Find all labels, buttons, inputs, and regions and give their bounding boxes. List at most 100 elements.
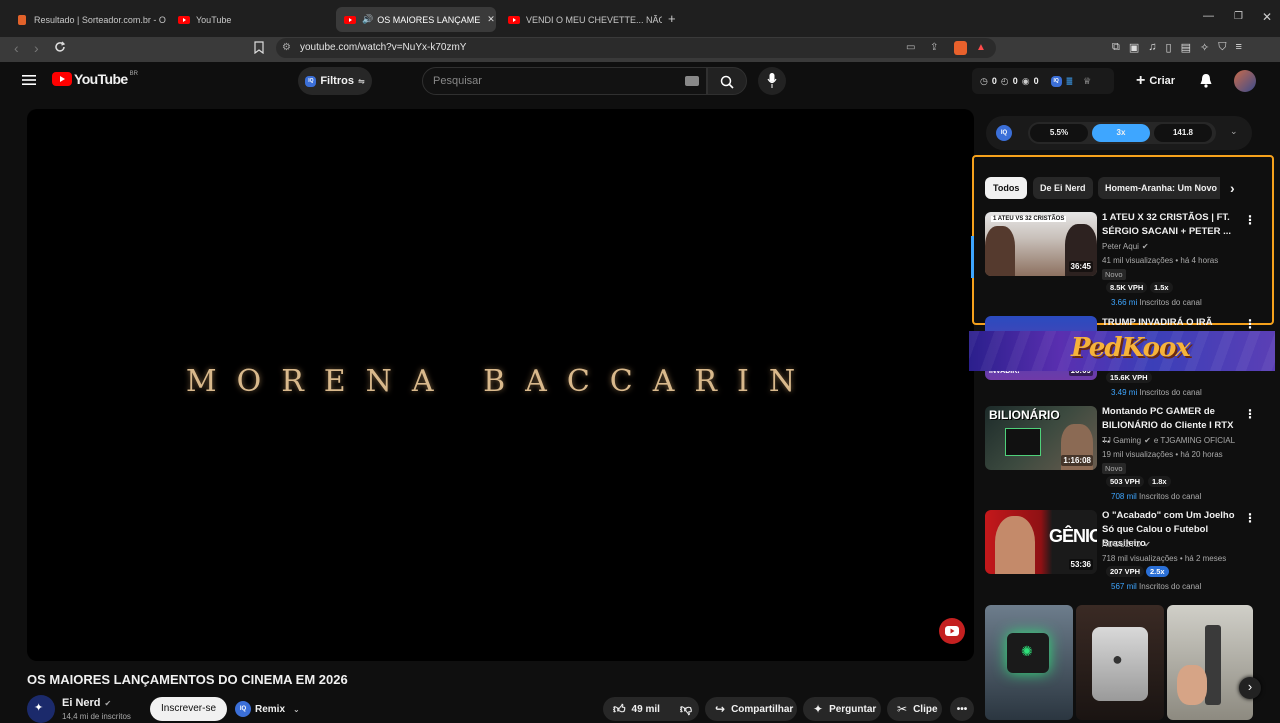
verified-icon: ✔ xyxy=(1144,436,1151,445)
video-player[interactable]: MORENA BACCARIN xyxy=(27,109,974,661)
shorts-next-chevron-icon[interactable]: › xyxy=(1239,677,1261,699)
remix-button[interactable]: IQ Remix ⌄ xyxy=(235,698,300,720)
browser-tab-sorteador[interactable]: Resultado | Sorteador.com.br - O Site xyxy=(10,7,168,32)
cast-icon[interactable]: ▭ xyxy=(906,38,915,58)
eye-icon: ◉ xyxy=(1021,75,1030,86)
browser-tab-youtube[interactable]: YouTube xyxy=(172,7,332,32)
browser-menu-icon[interactable]: ≡ xyxy=(1235,41,1241,54)
voice-search-button[interactable] xyxy=(758,67,786,95)
speed-option-selected[interactable]: 3x xyxy=(1092,124,1150,142)
browser-tab-active-video[interactable]: 🔊 OS MAIORES LANÇAMENTOS ✕ xyxy=(336,7,496,32)
subs-value: 708 mil xyxy=(1111,492,1137,501)
brave-shield-icon[interactable] xyxy=(954,41,967,55)
scissors-icon: ✂ xyxy=(897,702,908,716)
window-close-icon[interactable]: ✕ xyxy=(1262,10,1272,24)
more-actions-button[interactable]: ••• xyxy=(950,697,974,721)
share-icon: ↪ xyxy=(715,702,726,716)
chevron-down-icon[interactable]: ⌄ xyxy=(1230,126,1238,137)
more-vertical-icon[interactable]: ⋮ xyxy=(1244,407,1256,421)
youtube-logo[interactable]: YouTube BR xyxy=(52,71,138,87)
channel-avatar[interactable]: ✦ xyxy=(27,695,55,723)
avatar[interactable] xyxy=(1234,70,1256,92)
iq-extension-icon[interactable]: IQ xyxy=(1050,75,1062,87)
short-thumbnail[interactable] xyxy=(1167,605,1253,720)
search-placeholder: Pesquisar xyxy=(433,75,482,87)
channel-name-link[interactable]: Ei Nerd ✔ xyxy=(62,697,111,709)
sidebar-toggle-icon[interactable]: ▯ xyxy=(1166,41,1172,54)
share-page-icon[interactable]: ⇪ xyxy=(930,38,938,58)
short-thumbnail[interactable]: ✺ xyxy=(985,605,1073,720)
filters-button[interactable]: IQ Filtros ⇋ xyxy=(298,67,372,95)
multiplier-badge: 1.8x xyxy=(1148,476,1171,487)
video-thumbnail[interactable]: GÊNIO 53:36 xyxy=(985,510,1097,574)
like-button[interactable]: 👍︎ 49 mil xyxy=(613,702,660,717)
back-icon[interactable]: ‹ xyxy=(14,40,19,56)
browser-tab-chevette[interactable]: VENDI O MEU CHEVETTE... NÃO AGU xyxy=(502,7,662,32)
search-input[interactable]: Pesquisar xyxy=(422,67,707,95)
keyboard-icon[interactable] xyxy=(685,76,699,86)
video-stats: 19 mil visualizações • há 20 horas xyxy=(1102,450,1223,459)
browser-tab-bar: Resultado | Sorteador.com.br - O Site Yo… xyxy=(0,0,1280,37)
more-vertical-icon[interactable]: ⋮ xyxy=(1244,317,1256,331)
clip-button[interactable]: ✂ Clipe xyxy=(887,697,942,721)
bookmark-icon[interactable] xyxy=(254,41,264,54)
video-title: OS MAIORES LANÇAMENTOS DO CINEMA EM 2026 xyxy=(27,672,348,687)
wallet-icon[interactable]: ▤ xyxy=(1181,41,1191,54)
thumbs-down-icon[interactable]: 👎︎ xyxy=(680,702,692,717)
new-tab-plus-icon[interactable]: + xyxy=(668,11,676,26)
forward-icon[interactable]: › xyxy=(34,40,39,56)
notifications-icon[interactable] xyxy=(1199,73,1213,88)
guide-menu-icon[interactable] xyxy=(22,74,36,86)
extension-counters: ◷ 0 ◴ 0 ◉ 0 IQ ≣ ♕ xyxy=(972,68,1114,94)
more-vertical-icon[interactable]: ⋮ xyxy=(1244,511,1256,525)
highlight-frame xyxy=(972,155,1274,325)
subs-label: Inscritos do canal xyxy=(1139,388,1202,397)
list-icon[interactable]: ≣ xyxy=(1066,76,1074,87)
address-bar[interactable]: ⚙ youtube.com/watch?v=NuYx-k70zmY ▭ ⇪ ▲ xyxy=(276,38,996,58)
channel-watermark-icon[interactable] xyxy=(939,618,965,644)
channel-name: AUGUZTO xyxy=(1102,540,1141,549)
thumbnail-person xyxy=(995,516,1035,574)
ai-assistant-icon[interactable]: ✧ xyxy=(1200,41,1209,54)
more-horizontal-icon: ••• xyxy=(956,703,968,715)
reload-icon[interactable] xyxy=(54,41,66,53)
speed-option-left[interactable]: 5.5% xyxy=(1030,124,1088,142)
trophy-icon[interactable]: ♕ xyxy=(1083,76,1091,87)
speed-option-right[interactable]: 141.8 xyxy=(1154,124,1212,142)
subscribe-button[interactable]: Inscrever-se xyxy=(150,697,227,721)
video-thumbnail[interactable]: BILIONÁRIO 1:16:08 xyxy=(985,406,1097,470)
create-button[interactable]: + Criar xyxy=(1136,72,1175,90)
video-title-link[interactable]: TRUMP INVADIRÁ O IRÃ xyxy=(1102,316,1238,330)
channel-collab: e TJGAMING OFICIAL xyxy=(1153,436,1236,445)
music-icon[interactable]: ♫ xyxy=(1148,41,1156,54)
short-thumbnail[interactable]: ● xyxy=(1076,605,1164,720)
apple-logo-icon: ● xyxy=(1112,649,1123,669)
video-channel[interactable]: TJ Gaming ✔ e TJGAMING OFICIAL xyxy=(1102,436,1235,445)
share-button[interactable]: ↪ Compartilhar xyxy=(705,697,797,721)
subs-label: Inscritos do canal xyxy=(1139,582,1202,591)
like-count: 49 mil xyxy=(631,703,660,715)
search-button[interactable] xyxy=(707,67,747,95)
window-minimize-icon[interactable]: — xyxy=(1203,10,1214,22)
iq-extension-icon: IQ xyxy=(305,75,317,87)
sorteador-favicon-icon xyxy=(16,14,28,26)
window-restore-icon[interactable]: ❐ xyxy=(1234,11,1243,22)
search-icon xyxy=(720,75,734,89)
microphone-icon xyxy=(767,73,777,88)
subs-label: Inscritos do canal xyxy=(1139,492,1202,501)
tab-title: Resultado | Sorteador.com.br - O Site xyxy=(34,14,168,25)
timer-icon: ◴ xyxy=(1000,75,1009,86)
iq-extension-icon: IQ xyxy=(235,701,251,717)
video-channel[interactable]: AUGUZTO ✔ xyxy=(1102,540,1151,549)
brave-rewards-icon[interactable]: ▲ xyxy=(976,38,986,58)
extensions-icon[interactable]: ⧉ xyxy=(1112,41,1120,54)
ask-button[interactable]: ✦ Perguntar xyxy=(803,697,881,721)
vpn-shield-icon[interactable]: ⛉ xyxy=(1218,41,1226,54)
video-duration: 53:36 xyxy=(1068,559,1093,570)
thumbnail-pc-case xyxy=(1005,428,1041,456)
site-info-icon[interactable]: ⚙ xyxy=(282,38,291,58)
tab-close-icon[interactable]: ✕ xyxy=(487,14,495,25)
thumbnail-hand xyxy=(1177,665,1207,705)
tab-title: YouTube xyxy=(196,14,232,25)
screenshot-icon[interactable]: ▣ xyxy=(1129,41,1139,54)
